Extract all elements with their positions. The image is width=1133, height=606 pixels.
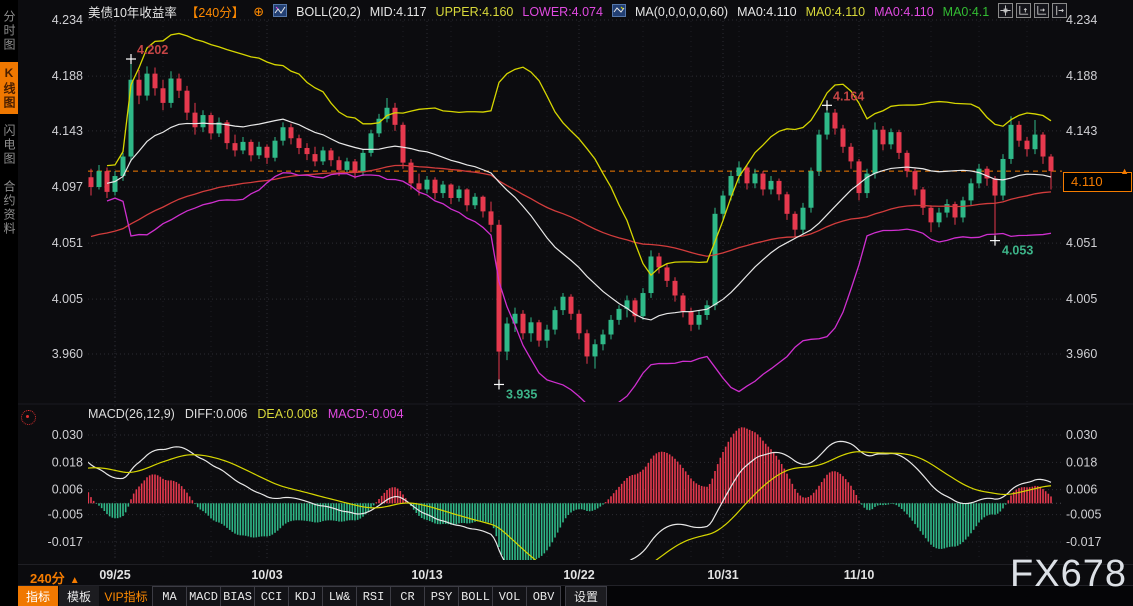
chart-plot-area[interactable]: [88, 21, 1062, 558]
toolbar-item-ma[interactable]: MA: [152, 586, 187, 606]
current-price-value: 4.110: [1071, 174, 1103, 189]
pan-right-icon[interactable]: [1052, 3, 1067, 18]
svg-text:0.006: 0.006: [52, 483, 83, 497]
svg-text:3.960: 3.960: [52, 347, 83, 361]
toolbar-item-kdj[interactable]: KDJ: [288, 586, 323, 606]
toolbar-item-lwr[interactable]: LW&: [322, 586, 357, 606]
svg-text:0.030: 0.030: [1066, 428, 1097, 442]
sidebar-item-contract-info[interactable]: 合约资料: [0, 176, 18, 240]
toolbar-item-rsi[interactable]: RSI: [356, 586, 391, 606]
sidebar-item-kline-chart[interactable]: K线图: [0, 62, 18, 114]
svg-text:-0.017: -0.017: [1066, 535, 1101, 549]
toolbar-item-boll[interactable]: BOLL: [458, 586, 493, 606]
xaxis-date: 10/03: [251, 568, 282, 582]
svg-text:4.005: 4.005: [52, 292, 83, 306]
svg-text:0.018: 0.018: [1066, 455, 1097, 469]
toolbar-item-psy[interactable]: PSY: [424, 586, 459, 606]
bottom-toolbar: 指标模板VIP指标MAMACDBIASCCIKDJLW&RSICRPSYBOLL…: [18, 585, 1133, 606]
ma-value: MA0:4.110: [874, 5, 934, 19]
macd-diff-value: DIFF:0.006: [185, 407, 248, 421]
toolbar-item-template[interactable]: 模板: [59, 586, 99, 606]
xaxis-date: 10/31: [707, 568, 738, 582]
xaxis-row: 240分▲ 09/2510/0310/1310/2210/3111/10: [18, 564, 1133, 586]
brand-watermark: FX678: [1010, 555, 1127, 593]
svg-text:4.051: 4.051: [1066, 236, 1097, 250]
svg-text:4.051: 4.051: [52, 236, 83, 250]
macd-label: MACD(26,12,9): [88, 407, 175, 421]
trading-app: 4.2344.2344.1884.1884.1434.1434.0974.097…: [0, 0, 1133, 606]
ma-value: MA0:4.1: [943, 5, 990, 19]
svg-text:4.188: 4.188: [1066, 69, 1097, 83]
toolbar-item-settings[interactable]: 设置: [565, 586, 607, 606]
svg-text:4.234: 4.234: [52, 13, 83, 27]
svg-text:-0.005: -0.005: [48, 508, 83, 522]
period-tag: 【240分】: [186, 2, 244, 21]
svg-text:-0.017: -0.017: [48, 535, 83, 549]
current-price-tag: 4.110 ▲: [1063, 172, 1132, 192]
svg-text:0.018: 0.018: [52, 455, 83, 469]
sidebar: 分时图 K线图闪电图合约资料: [0, 0, 18, 606]
xaxis-date: 10/22: [563, 568, 594, 582]
macd-header: MACD(26,12,9) DIFF:0.006 DEA:0.008 MACD:…: [88, 407, 404, 421]
macd-macd-value: MACD:-0.004: [328, 407, 404, 421]
ma-label: MA(0,0,0,0,0,60): [635, 5, 728, 19]
toolbar-item-cci[interactable]: CCI: [254, 586, 289, 606]
sidebar-item-flash-chart[interactable]: 闪电图: [0, 120, 18, 170]
macd-alert-icon[interactable]: [21, 410, 36, 425]
boll-lower-value: LOWER:4.074: [522, 5, 603, 19]
ma-value: MA0:4.110: [806, 5, 866, 19]
toolbar-item-cr[interactable]: CR: [390, 586, 425, 606]
svg-text:4.005: 4.005: [1066, 292, 1097, 306]
boll-mid-value: MID:4.117: [370, 5, 427, 19]
macd-dea-value: DEA:0.008: [257, 407, 317, 421]
sidebar-item-time-chart[interactable]: 分时图: [0, 6, 18, 56]
boll-label: BOLL(20,2): [296, 5, 361, 19]
axis-forward-icon[interactable]: [1034, 3, 1049, 18]
toolbar-item-vol[interactable]: VOL: [492, 586, 527, 606]
svg-text:4.188: 4.188: [52, 69, 83, 83]
boll-upper-value: UPPER:4.160: [436, 5, 514, 19]
svg-text:4.097: 4.097: [52, 180, 83, 194]
svg-text:-0.005: -0.005: [1066, 508, 1101, 522]
svg-text:0.030: 0.030: [52, 428, 83, 442]
price-chart-canvas[interactable]: 4.2344.2344.1884.1884.1434.1434.0974.097…: [0, 0, 1133, 606]
toolbar-item-obv[interactable]: OBV: [526, 586, 561, 606]
price-marker-icon: ▲: [1120, 162, 1129, 180]
chart-tool-icons: [998, 3, 1067, 18]
toolbar-item-vip-indicator[interactable]: VIP指标: [99, 586, 153, 606]
xaxis-date: 11/10: [844, 568, 875, 582]
toolbar-item-macd[interactable]: MACD: [186, 586, 221, 606]
svg-text:4.143: 4.143: [52, 124, 83, 138]
boll-indicator-icon[interactable]: [273, 4, 287, 20]
page-title: 美债10年收益率: [88, 2, 177, 21]
ma-values: MA0:4.110 MA0:4.110 MA0:4.110 MA0:4.1: [737, 5, 998, 19]
crosshair-icon[interactable]: [998, 3, 1013, 18]
svg-text:4.234: 4.234: [1066, 13, 1097, 27]
svg-text:0.006: 0.006: [1066, 483, 1097, 497]
toolbar-item-indicator[interactable]: 指标: [18, 586, 58, 606]
svg-text:3.960: 3.960: [1066, 347, 1097, 361]
xaxis-date: 09/25: [99, 568, 130, 582]
chart-header: 美债10年收益率 【240分】 ⊕ BOLL(20,2) MID:4.117 U…: [88, 3, 998, 20]
ma-indicator-icon[interactable]: [612, 4, 626, 20]
xaxis-date: 10/13: [411, 568, 442, 582]
axis-zoom-icon[interactable]: [1016, 3, 1031, 18]
toolbar-item-bias[interactable]: BIAS: [220, 586, 255, 606]
ma-value: MA0:4.110: [737, 5, 797, 19]
svg-text:4.143: 4.143: [1066, 124, 1097, 138]
add-indicator-icon[interactable]: ⊕: [253, 4, 264, 20]
